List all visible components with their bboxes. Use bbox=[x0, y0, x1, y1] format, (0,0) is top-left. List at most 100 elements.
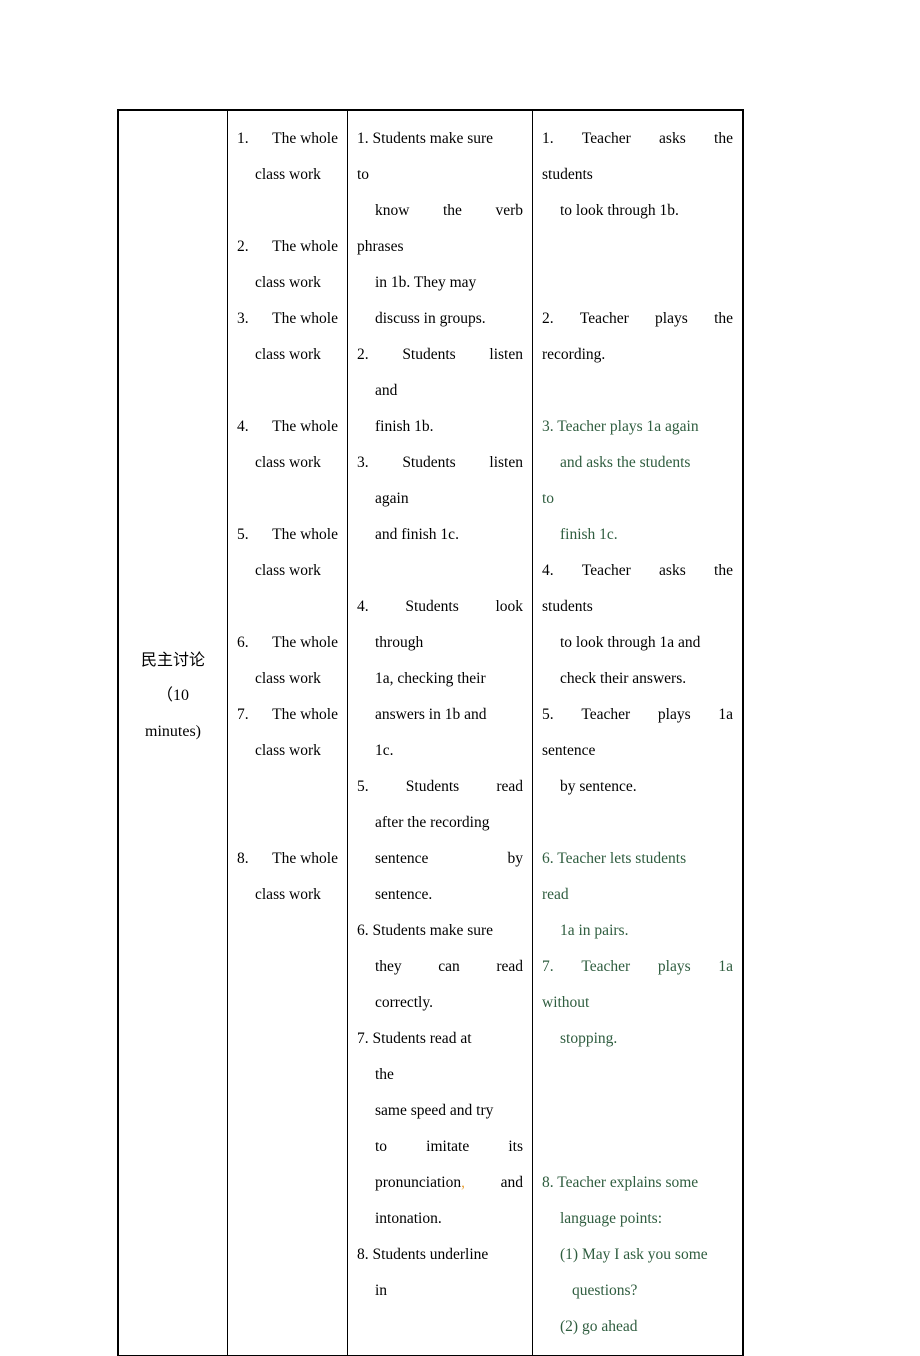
word: its bbox=[508, 1138, 523, 1155]
word: the bbox=[714, 562, 733, 579]
text-line: discuss in groups. bbox=[375, 310, 486, 327]
text-line: stopping. bbox=[560, 1030, 618, 1047]
text-line: in bbox=[375, 1282, 388, 1299]
organisation-item: 6. The whole class work bbox=[237, 625, 338, 697]
organisation-item: 2. The whole class work bbox=[237, 229, 338, 301]
word: the bbox=[442, 202, 462, 219]
item-text: The whole bbox=[272, 238, 338, 255]
word: plays bbox=[655, 310, 688, 327]
word: 4. bbox=[357, 598, 369, 615]
text-line: same speed and try bbox=[375, 1102, 494, 1119]
organisation-list: 1. The whole class work 2. The whole class w… bbox=[237, 121, 338, 913]
lesson-plan-table: 民主讨论 （10 minutes) 1. The whole class work … bbox=[117, 109, 744, 1356]
word: 5. bbox=[542, 706, 554, 723]
cell-teacher: 1. Teacher asks the students to look through … bbox=[532, 110, 743, 1356]
students-activity-list: 1. Students make sure to know the verb phrase… bbox=[357, 121, 523, 1309]
organisation-item: 8. The whole class work bbox=[237, 841, 338, 913]
teacher-content: 1. Teacher asks the students to look through … bbox=[533, 111, 742, 1355]
word: 1a bbox=[718, 958, 733, 975]
organisation-item-line2: class work bbox=[255, 454, 321, 471]
item-text: The whole bbox=[272, 310, 338, 327]
text-line: again bbox=[375, 490, 409, 507]
word: look bbox=[495, 598, 523, 615]
word: Teacher bbox=[581, 706, 631, 723]
text-line: the bbox=[375, 1066, 394, 1083]
text-line: 3. Students listen bbox=[357, 445, 523, 481]
word: the bbox=[714, 310, 733, 327]
text-line: through bbox=[375, 634, 424, 651]
text-line: students bbox=[542, 598, 593, 615]
stage-time-close: minutes) bbox=[145, 723, 201, 740]
text-line: to look through 1a and bbox=[560, 634, 701, 651]
item-text: The whole bbox=[272, 850, 338, 867]
text-line: students bbox=[542, 166, 593, 183]
word: 2. bbox=[357, 346, 369, 363]
text-line: 6. Teacher lets students bbox=[542, 850, 687, 867]
organisation-item: 4. The whole class work bbox=[237, 409, 338, 517]
word: Students bbox=[405, 598, 459, 615]
text-line: check their answers. bbox=[560, 670, 687, 687]
text-line: 1a in pairs. bbox=[560, 922, 629, 939]
text-line: (2) go ahead bbox=[560, 1318, 638, 1335]
item-number: 2. bbox=[237, 238, 249, 255]
word: the bbox=[714, 130, 733, 147]
table-row: 民主讨论 （10 minutes) 1. The whole class work … bbox=[118, 110, 743, 1356]
item-text: The whole bbox=[272, 634, 338, 651]
text-line: correctly. bbox=[375, 994, 433, 1011]
organisation-item-line2: class work bbox=[255, 562, 321, 579]
word: 3. bbox=[357, 454, 369, 471]
word: 1a bbox=[718, 706, 733, 723]
text-line: know the verb bbox=[357, 193, 523, 229]
text-line: sentence by bbox=[357, 841, 523, 877]
organisation-item: 5. The whole class work bbox=[237, 517, 338, 625]
text-line: sentence bbox=[542, 742, 596, 759]
organisation-item-line1: 7. The whole bbox=[237, 697, 338, 733]
text-line: 2. Students listen bbox=[357, 337, 523, 373]
item-number: 1. bbox=[237, 130, 249, 147]
word: listen bbox=[489, 346, 523, 363]
item-number: 4. bbox=[237, 418, 249, 435]
text-line: in 1b. They may bbox=[375, 274, 477, 291]
organisation-item-line2: class work bbox=[255, 742, 321, 759]
organisation-item-line1: 6. The whole bbox=[237, 625, 338, 661]
text-line: pronunciation, and bbox=[357, 1165, 523, 1201]
item-text: The whole bbox=[272, 130, 338, 147]
text-line: 3. Teacher plays 1a again bbox=[542, 418, 699, 435]
organisation-item-line2: class work bbox=[255, 274, 321, 291]
item-text: The whole bbox=[272, 418, 338, 435]
organisation-item: 3. The whole class work bbox=[237, 301, 338, 409]
text-line: 4. Teacher asks the bbox=[542, 553, 733, 589]
text-line: 1a, checking their bbox=[375, 670, 486, 687]
word: read bbox=[496, 958, 523, 975]
word: Students bbox=[402, 346, 456, 363]
word: Teacher bbox=[581, 562, 631, 579]
word: read bbox=[496, 778, 523, 795]
text-line: questions? bbox=[572, 1282, 638, 1299]
word: plays bbox=[657, 958, 691, 975]
text-line: 5. Students read bbox=[357, 769, 523, 805]
item-number: 5. bbox=[237, 526, 249, 543]
highlighted-comma: , bbox=[461, 1174, 465, 1191]
text-line: and asks the students bbox=[560, 454, 691, 471]
word: asks bbox=[659, 562, 686, 579]
text-line: 8. Students underline bbox=[357, 1246, 489, 1263]
text-line: phrases bbox=[357, 238, 404, 255]
organisation-content: 1. The whole class work 2. The whole class w… bbox=[228, 111, 347, 923]
word: asks bbox=[659, 130, 686, 147]
item-number: 3. bbox=[237, 310, 249, 327]
word: verb bbox=[495, 202, 523, 219]
text-line: finish 1b. bbox=[375, 418, 434, 435]
word: plays bbox=[657, 706, 691, 723]
organisation-item-line1: 3. The whole bbox=[237, 301, 338, 337]
organisation-item-line1: 2. The whole bbox=[237, 229, 338, 265]
text-line: (1) May I ask you some bbox=[560, 1246, 708, 1263]
students-content: 1. Students make sure to know the verb phrase… bbox=[348, 111, 532, 1319]
stage-time-open: （10 bbox=[156, 687, 189, 704]
text-line: finish 1c. bbox=[560, 526, 618, 543]
word: 7. bbox=[542, 958, 554, 975]
cell-stage: 民主讨论 （10 minutes) bbox=[118, 110, 228, 1356]
text-line: after the recording bbox=[375, 814, 490, 831]
teacher-activity-list: 1. Teacher asks the students to look through … bbox=[542, 121, 733, 1345]
organisation-item-line1: 4. The whole bbox=[237, 409, 338, 445]
text-line: 5. Teacher plays 1a bbox=[542, 697, 733, 733]
